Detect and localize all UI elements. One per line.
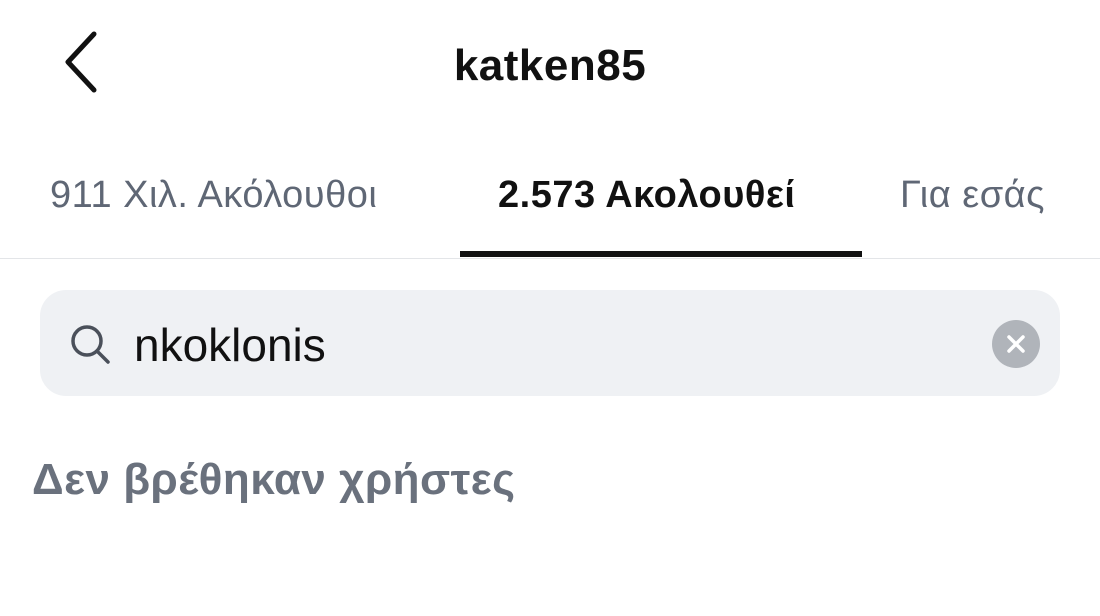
tab-followers[interactable]: 911 Χιλ. Ακόλουθοι — [50, 170, 377, 220]
tab-for-you[interactable]: Για εσάς — [900, 170, 1045, 220]
clear-search-button[interactable] — [992, 320, 1040, 368]
clear-circle-icon — [1007, 335, 1025, 353]
header: katken85 — [0, 0, 1100, 130]
page-title: katken85 — [453, 41, 647, 90]
active-tab-indicator — [460, 251, 862, 257]
no-users-found-message: Δεν βρέθηκαν χρήστες — [32, 455, 516, 504]
search-input[interactable] — [134, 316, 954, 374]
tab-bar: 911 Χιλ. Ακόλουθοι 2.573 Ακολουθεί Για ε… — [0, 150, 1100, 259]
followers-screen: katken85 911 Χιλ. Ακόλουθοι 2.573 Ακολου… — [0, 0, 1100, 616]
search-icon — [71, 325, 110, 364]
tab-following[interactable]: 2.573 Ακολουθεί — [498, 170, 795, 220]
